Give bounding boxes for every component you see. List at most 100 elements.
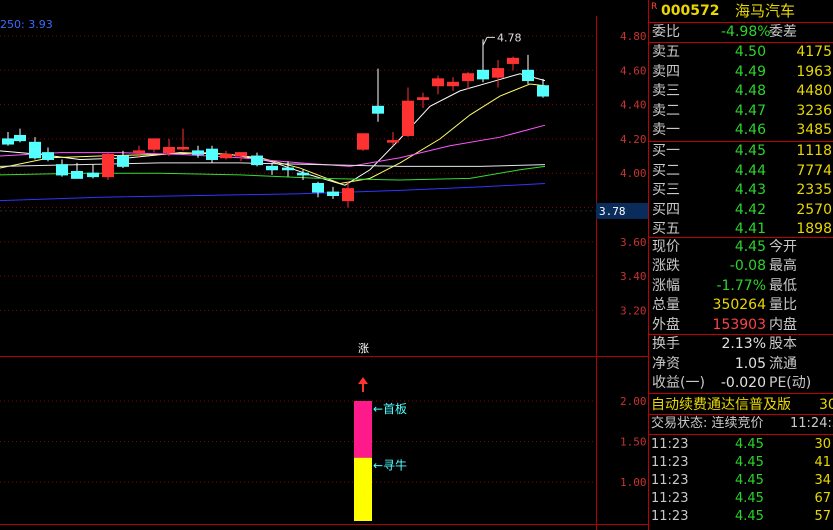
- tick-volume: 67: [814, 491, 831, 506]
- quote-value: 350264: [712, 297, 766, 314]
- tick-time: 11:23: [651, 455, 689, 470]
- ask-row[interactable]: 卖五 4.50 4175: [649, 42, 833, 62]
- bid-label: 买二: [652, 162, 680, 179]
- ask-volume: 1963: [796, 63, 832, 80]
- tick-row: 11:23 4.45 41: [649, 454, 833, 472]
- ask-price: 4.47: [734, 102, 766, 119]
- candle-body: [327, 191, 339, 196]
- candle-body: [206, 148, 218, 160]
- candle-body: [133, 150, 145, 154]
- bar-first-board: [354, 401, 372, 458]
- candle-body: [177, 146, 189, 150]
- bid-price: 4.44: [734, 162, 766, 179]
- tick-volume: 57: [814, 509, 831, 524]
- candle-body: [372, 105, 384, 114]
- price-tick-label: 4.60: [620, 64, 647, 77]
- fund-value: 2.13%: [721, 336, 766, 352]
- fund-label-right: 流通: [769, 355, 797, 372]
- bid-volume: 1118: [796, 143, 832, 159]
- high-annotation: 4.78: [497, 31, 522, 44]
- diff-label: 委差: [769, 24, 797, 40]
- ask-row[interactable]: 卖四 4.49 1963: [649, 62, 833, 82]
- bid-label: 买四: [652, 201, 680, 218]
- corner-value: 250: 3.93: [0, 18, 53, 31]
- candle-body: [29, 141, 41, 159]
- current-price-tag: 3.78: [599, 205, 626, 218]
- bid-price: 4.45: [734, 143, 766, 159]
- candle-body: [71, 170, 83, 179]
- candle-body: [417, 97, 429, 100]
- candle-body: [148, 138, 160, 150]
- ask-volume: 3485: [796, 122, 832, 139]
- fund-row: 收益(一) -0.020 PE(动): [649, 373, 833, 393]
- ask-row[interactable]: 卖一 4.46 3485: [649, 120, 833, 140]
- stock-name: 海马汽车: [735, 2, 796, 20]
- tick-price: 4.45: [735, 491, 764, 506]
- quote-label-right: 今开: [769, 239, 797, 255]
- tick-time: 11:23: [651, 509, 689, 524]
- candle-body: [537, 85, 549, 97]
- price-tick-label: 4.80: [620, 30, 647, 43]
- candle-body: [266, 165, 278, 171]
- ask-label: 卖五: [652, 44, 680, 60]
- ask-label: 卖四: [652, 63, 680, 80]
- candle-body: [357, 133, 369, 150]
- price-tick-label: 3.20: [620, 304, 647, 317]
- ask-label: 卖一: [652, 122, 680, 139]
- quote-row: 总量 350264 量比: [649, 295, 833, 315]
- tick-price: 4.45: [735, 455, 764, 470]
- candle-body: [477, 69, 489, 80]
- quote-value: -1.77%: [716, 277, 766, 294]
- quote-row: 涨幅 -1.77% 最低: [649, 276, 833, 296]
- candle-body: [2, 138, 14, 145]
- tick-price: 4.45: [735, 509, 764, 524]
- candle-body: [163, 146, 175, 154]
- candle-body: [282, 167, 294, 171]
- bid-row[interactable]: 买二 4.44 7774: [649, 161, 833, 181]
- r-flag: R: [651, 2, 658, 12]
- candle-body: [432, 78, 444, 87]
- price-tick-label: 4.00: [620, 167, 647, 180]
- candle-body: [102, 153, 114, 178]
- tick-time: 11:23: [651, 473, 689, 488]
- promo-text[interactable]: 自动续费通达信普及版: [651, 395, 791, 415]
- chart-background: [0, 0, 648, 530]
- price-tick-label: 4.40: [620, 99, 647, 112]
- ask-volume: 4480: [796, 83, 832, 100]
- bid-row[interactable]: 买一 4.45 1118: [649, 141, 833, 161]
- ask-row[interactable]: 卖三 4.48 4480: [649, 81, 833, 101]
- ask-row[interactable]: 卖二 4.47 3236: [649, 101, 833, 121]
- candle-body: [522, 69, 534, 82]
- quote-label-right: 最低: [769, 277, 797, 294]
- bid-row[interactable]: 买四 4.42 2570: [649, 200, 833, 220]
- bid-price: 4.42: [734, 201, 766, 218]
- quote-row: 涨跌 -0.08 最高: [649, 256, 833, 276]
- quote-row: 现价 4.45 今开: [649, 237, 833, 257]
- bid-volume: 2335: [796, 182, 832, 199]
- bid-price: 4.43: [734, 182, 766, 199]
- tick-row: 11:23 4.45 34: [649, 472, 833, 490]
- kline-chart[interactable]: 4.78 涨←首板←寻牛 4.804.604.404.204.003.803.6…: [0, 0, 648, 530]
- quote-label: 外盘: [652, 316, 680, 333]
- candle-body: [42, 152, 54, 160]
- quote-panel: R 000572 海马汽车 委比 -4.98% 委差 卖五 4.50 4175 卖四 4…: [648, 0, 833, 530]
- quote-label-right: 量比: [769, 297, 797, 314]
- bar-bull: [354, 457, 372, 521]
- bid-row[interactable]: 买三 4.43 2335: [649, 180, 833, 200]
- quote-label-right: 内盘: [769, 316, 797, 333]
- tick-price: 4.45: [735, 437, 764, 452]
- ratio-value: -4.98%: [721, 24, 771, 40]
- quote-label: 涨跌: [652, 258, 680, 275]
- candle-body: [507, 57, 519, 64]
- fund-label: 净资: [652, 355, 680, 372]
- quote-row: 外盘 153903 内盘: [649, 315, 833, 335]
- quote-value: 4.45: [734, 239, 766, 255]
- tick-row: 11:23 4.45 57: [649, 508, 833, 526]
- indicator-tick-label: 1.50: [620, 436, 647, 449]
- chart-grid: [0, 0, 648, 530]
- candle-body: [402, 100, 414, 136]
- candle-body: [387, 140, 399, 143]
- ask-price: 4.50: [734, 44, 766, 60]
- candle-body: [14, 134, 26, 142]
- tick-price: 4.45: [735, 473, 764, 488]
